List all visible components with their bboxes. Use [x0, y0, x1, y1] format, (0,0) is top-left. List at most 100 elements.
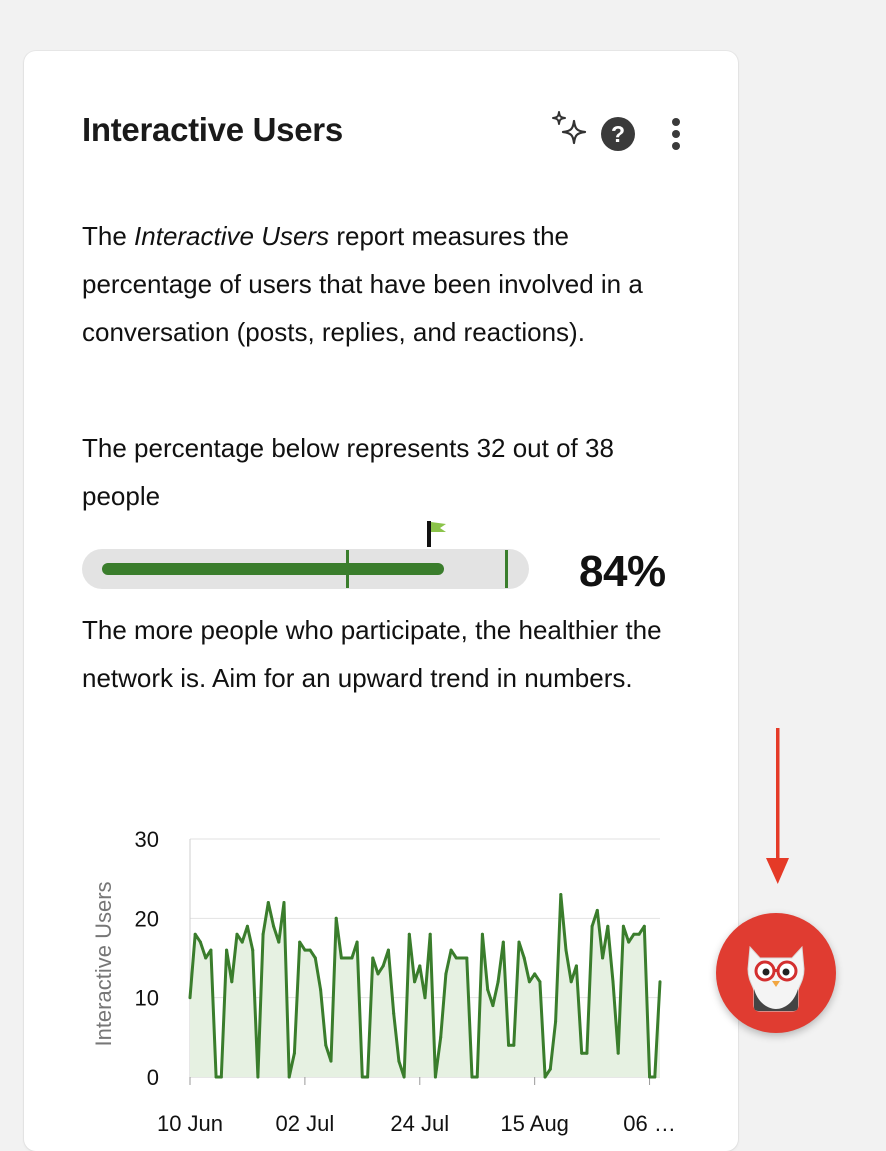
data-point [653, 1075, 657, 1079]
data-point [193, 932, 197, 936]
owl-mascot-icon [747, 945, 805, 1012]
data-point [392, 1012, 396, 1015]
data-point [491, 1004, 495, 1008]
data-point [272, 924, 276, 928]
data-point [527, 980, 531, 984]
report-description: The Interactive Users report measures th… [82, 212, 672, 356]
data-point [637, 932, 641, 936]
data-point [386, 948, 390, 952]
data-point [360, 1075, 364, 1079]
data-point [402, 1075, 406, 1079]
data-point [595, 908, 599, 912]
data-point [559, 893, 563, 896]
interactive-users-card: Interactive Users ? The Interactive User… [24, 51, 738, 1151]
data-point [198, 940, 202, 944]
data-point [569, 980, 573, 984]
data-point [292, 1051, 296, 1055]
data-point [282, 901, 286, 904]
data-point [413, 980, 417, 984]
data-point [339, 956, 343, 960]
svg-text:?: ? [611, 121, 625, 147]
data-point [632, 932, 636, 936]
data-point [606, 924, 610, 928]
x-tick-label: 06 … [623, 1111, 676, 1136]
data-point [334, 916, 338, 920]
data-point [261, 932, 265, 936]
data-point [517, 940, 521, 944]
data-point [329, 1059, 333, 1063]
data-point [397, 1059, 401, 1063]
data-point [475, 1075, 479, 1079]
data-point [324, 1043, 328, 1047]
data-point [465, 956, 469, 960]
data-point [580, 1051, 584, 1055]
data-point [245, 924, 249, 928]
data-point [496, 980, 500, 984]
data-point [277, 940, 281, 944]
data-point [433, 1075, 437, 1079]
data-point [256, 1075, 260, 1079]
data-point [230, 980, 234, 984]
data-point [512, 1043, 516, 1047]
data-point [240, 940, 244, 944]
data-point [611, 980, 615, 984]
data-point [507, 1043, 511, 1047]
data-point [219, 1075, 223, 1079]
data-point [303, 948, 307, 952]
target-flag-icon [427, 521, 446, 547]
data-point [423, 996, 427, 1000]
data-point [251, 948, 255, 952]
data-point [350, 956, 354, 960]
help-icon[interactable]: ? [600, 117, 636, 153]
data-point [235, 932, 239, 936]
data-point [648, 1075, 652, 1079]
data-point [407, 932, 411, 936]
y-axis-label: Interactive Users [91, 881, 116, 1046]
data-point [554, 1020, 558, 1023]
progress-marker-end [505, 550, 508, 588]
data-point [538, 980, 542, 984]
data-point [642, 924, 646, 928]
data-point [564, 948, 568, 952]
data-point [345, 956, 349, 960]
data-point [627, 940, 631, 944]
data-point [319, 988, 323, 992]
description-start: The [82, 221, 135, 251]
data-point [460, 956, 464, 960]
data-point [418, 964, 422, 968]
data-point [585, 1051, 589, 1055]
more-vertical-icon[interactable] [668, 117, 684, 153]
data-point [313, 956, 317, 960]
interactive-users-chart: 0 10 20 30 10 Jun 02 Jul 24 Jul 15 Aug 06 … Inter… [91, 827, 676, 1136]
data-point [601, 956, 605, 960]
data-point [308, 948, 312, 952]
y-tick-label: 20 [135, 906, 159, 931]
data-point [225, 948, 229, 952]
data-point [522, 956, 526, 960]
owl-assistant-button[interactable] [716, 913, 836, 1033]
data-point [214, 1075, 218, 1079]
data-point [449, 948, 453, 952]
data-point [574, 964, 578, 968]
data-point [204, 956, 208, 960]
data-point [376, 972, 380, 976]
data-point [298, 940, 302, 944]
data-point [371, 956, 375, 960]
ai-sparkle-icon[interactable] [548, 109, 592, 153]
data-point [480, 932, 484, 936]
data-point [266, 901, 270, 904]
report-name-emphasis: Interactive Users [134, 221, 330, 251]
advice-text: The more people who participate, the hea… [82, 615, 662, 693]
data-point [543, 1075, 547, 1079]
card-title: Interactive Users [82, 111, 343, 148]
data-point [470, 1075, 474, 1079]
data-point [188, 996, 192, 1000]
data-point [658, 980, 662, 984]
data-point [366, 1075, 370, 1079]
data-point [590, 924, 594, 928]
arrow-down-icon [766, 728, 789, 884]
percentage-value: 84% [579, 547, 666, 596]
data-point [501, 940, 505, 944]
data-point [548, 1067, 552, 1071]
data-point [439, 1035, 443, 1039]
